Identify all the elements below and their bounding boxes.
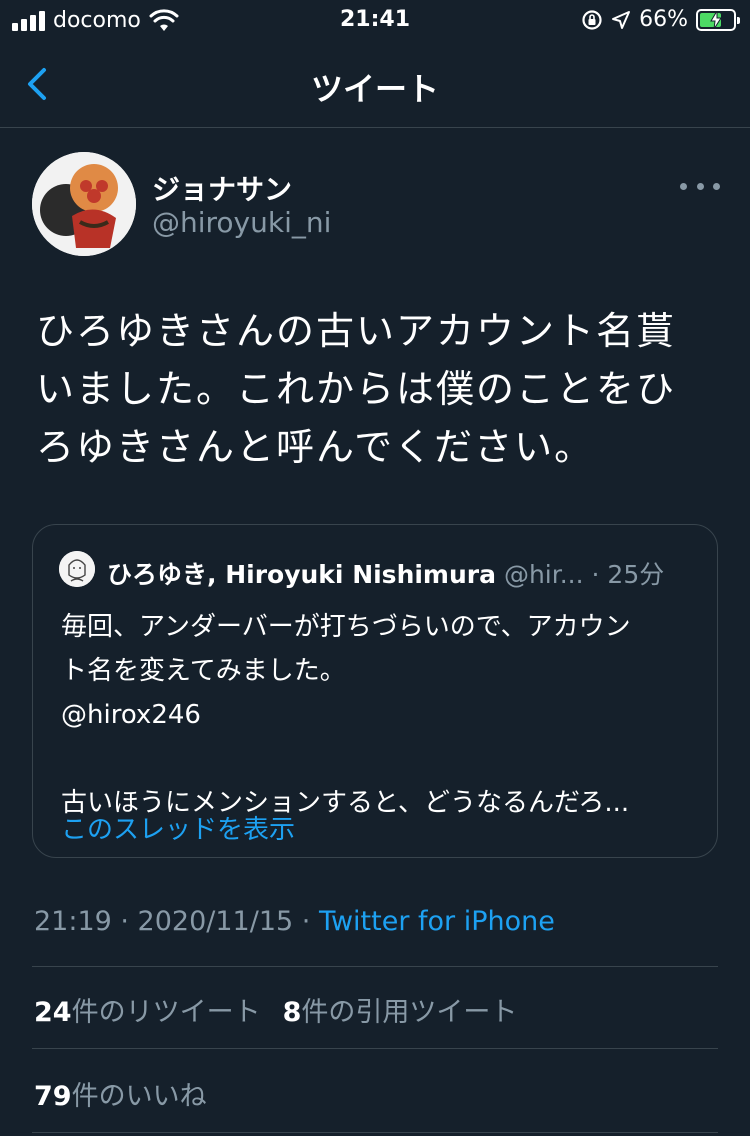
quotes-stat[interactable]: 8件の引用ツイート	[283, 997, 518, 1028]
show-thread-link[interactable]: このスレッドを表示	[61, 809, 295, 846]
retweets-count: 24	[34, 997, 72, 1028]
author-handle[interactable]: @hiroyuki_ni	[152, 206, 331, 239]
likes-count: 79	[34, 1081, 72, 1112]
likes-label: 件のいいね	[71, 1081, 207, 1112]
nav-title: ツイート	[310, 70, 439, 108]
tweet-text-line: ひろゆきさんの古いアカウント名貰	[36, 309, 677, 353]
retweets-label: 件のリツイート	[71, 997, 261, 1028]
divider	[32, 1048, 718, 1049]
more-options-icon[interactable]	[680, 174, 720, 198]
avatar-illustration-icon	[32, 152, 136, 256]
author-avatar[interactable]	[32, 152, 136, 256]
quoted-time: · 25分	[591, 560, 665, 589]
timestamp-text: 21:19 · 2020/11/15 ·	[34, 906, 319, 937]
nav-bar: ツイート	[0, 40, 750, 128]
quoted-author-avatar	[59, 551, 95, 587]
tweet-timestamp: 21:19 · 2020/11/15 · Twitter for iPhone	[34, 906, 555, 937]
status-bar: docomo 21:41 66%	[0, 0, 750, 40]
likes-stats-row: 79件のいいね	[34, 1074, 207, 1113]
quoted-tweet-card[interactable]: ひろゆき, Hiroyuki Nishimura @hir... · 25分 毎…	[32, 524, 718, 858]
rotation-lock-icon	[582, 9, 602, 30]
quotes-label: 件の引用ツイート	[301, 997, 518, 1028]
retweet-stats-row: 24件のリツイート 8件の引用ツイート	[34, 990, 517, 1029]
quoted-author-handle: @hir...	[503, 560, 584, 589]
quoted-text: 毎回、アンダーバーが打ちづらいので、アカウン ト名を変えてみました。 @hiro…	[61, 605, 693, 825]
tweet-text: ひろゆきさんの古いアカウント名貰 いました。これからは僕のことをひ ろゆきさんと…	[36, 302, 716, 476]
charging-bolt-icon	[710, 10, 722, 29]
quoted-text-line: ト名を変えてみました。	[61, 656, 346, 686]
quoted-text-line: 毎回、アンダーバーが打ちづらいので、アカウン	[61, 612, 631, 642]
battery-percent: 66%	[639, 7, 688, 32]
quoted-text-line	[61, 737, 693, 781]
status-right: 66%	[581, 7, 740, 32]
divider	[32, 966, 718, 967]
likes-stat[interactable]: 79件のいいね	[34, 1081, 207, 1112]
tweet-detail-screen: docomo 21:41 66% ツイート ジョナサン @hiroyuki_ni…	[0, 0, 750, 1136]
location-icon	[612, 10, 631, 29]
battery-icon	[696, 8, 740, 31]
tweet-text-line: いました。これからは僕のことをひ	[36, 367, 677, 411]
avatar-sketch-icon	[59, 551, 95, 587]
source-link[interactable]: Twitter for iPhone	[319, 906, 555, 937]
quoted-header: ひろゆき, Hiroyuki Nishimura @hir... · 25分	[107, 555, 664, 591]
quotes-count: 8	[282, 997, 302, 1028]
retweets-stat[interactable]: 24件のリツイート	[34, 997, 261, 1028]
quoted-text-line: @hirox246	[61, 700, 201, 730]
quoted-author-name: ひろゆき, Hiroyuki Nishimura	[107, 560, 496, 589]
author-display-name[interactable]: ジョナサン	[152, 168, 292, 208]
divider	[32, 1132, 718, 1133]
tweet-text-line: ろゆきさんと呼んでください。	[36, 425, 595, 469]
